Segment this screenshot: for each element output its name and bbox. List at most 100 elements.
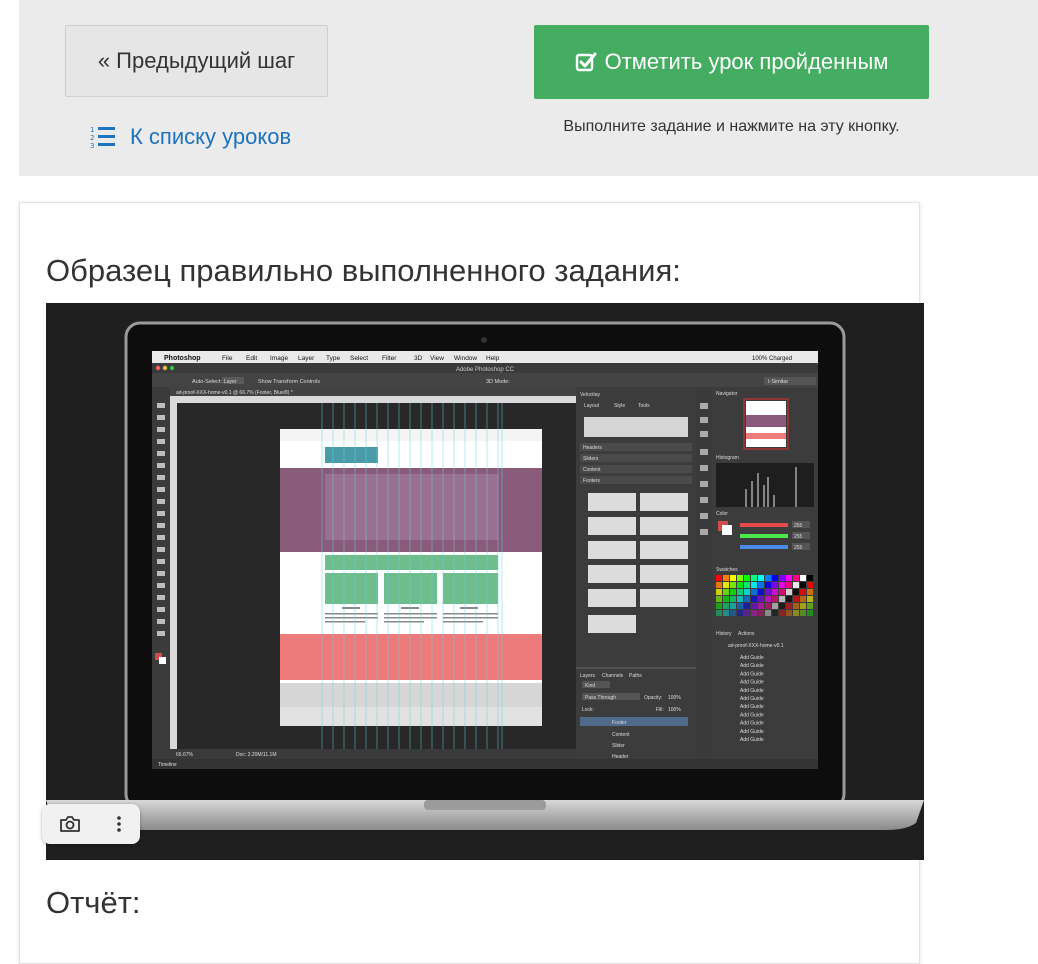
layer-content: Content bbox=[612, 732, 630, 738]
svg-text:Pass Through: Pass Through bbox=[585, 695, 616, 701]
swatch bbox=[779, 575, 785, 581]
navigator-panel-title: Navigator bbox=[716, 391, 738, 397]
svg-text:Content: Content bbox=[583, 467, 601, 473]
swatch bbox=[765, 603, 771, 609]
swatch bbox=[730, 589, 736, 595]
ps-app-name: Photoshop bbox=[164, 355, 201, 362]
swatch bbox=[772, 603, 778, 609]
swatch bbox=[730, 610, 736, 616]
swatch bbox=[765, 582, 771, 588]
swatch bbox=[779, 603, 785, 609]
swatch bbox=[716, 596, 722, 602]
swatch bbox=[758, 610, 764, 616]
swatch bbox=[793, 582, 799, 588]
swatch bbox=[765, 575, 771, 581]
svg-text:2: 2 bbox=[90, 134, 94, 142]
previous-step-button[interactable]: « Предыдущий шаг bbox=[65, 25, 328, 97]
svg-text:Layout: Layout bbox=[584, 403, 600, 409]
auto-select-label: Auto-Select: bbox=[192, 379, 222, 385]
swatch bbox=[807, 582, 813, 588]
swatch bbox=[793, 610, 799, 616]
ps-menu-item: Filter bbox=[382, 355, 397, 362]
swatch bbox=[716, 582, 722, 588]
document-tab: ad-proof-XXX-home-v0.1 @ 66.7% (Footer, … bbox=[176, 390, 293, 396]
swatch bbox=[737, 596, 743, 602]
swatch bbox=[772, 610, 778, 616]
swatch bbox=[723, 596, 729, 602]
3d-mode-label: 3D Mode: bbox=[486, 379, 510, 385]
ps-menu-item: Layer bbox=[298, 355, 315, 362]
swatch bbox=[744, 589, 750, 595]
swatch bbox=[758, 582, 764, 588]
swatch bbox=[744, 603, 750, 609]
swatch bbox=[758, 575, 764, 581]
swatch bbox=[751, 589, 757, 595]
swatch bbox=[779, 582, 785, 588]
swatch bbox=[723, 575, 729, 581]
history-item: Add Guide bbox=[740, 696, 764, 702]
swatch bbox=[737, 575, 743, 581]
swatch bbox=[807, 610, 813, 616]
mark-lesson-complete-button[interactable]: Отметить урок пройденным bbox=[534, 25, 929, 99]
swatch bbox=[730, 575, 736, 581]
svg-text:History: History bbox=[716, 631, 732, 637]
more-options-icon[interactable] bbox=[114, 814, 124, 834]
swatch bbox=[779, 610, 785, 616]
swatch bbox=[800, 582, 806, 588]
workspace-select: I-Similar bbox=[768, 379, 788, 385]
swatches-panel-title: Swatches bbox=[716, 567, 738, 573]
numbered-list-icon: 1 2 3 bbox=[90, 126, 115, 150]
swatch bbox=[744, 596, 750, 602]
laptop-photoshop-illustration: Photoshop File Edit Image Layer Type Select Fi… bbox=[46, 321, 924, 830]
mark-complete-label: Отметить урок пройденным bbox=[604, 49, 889, 74]
swatch bbox=[800, 603, 806, 609]
history-item: Add Guide bbox=[740, 729, 764, 735]
swatch bbox=[737, 610, 743, 616]
ps-menu-item: Image bbox=[270, 355, 288, 362]
swatch bbox=[807, 589, 813, 595]
swatch bbox=[786, 603, 792, 609]
ps-menu-item: View bbox=[430, 355, 444, 362]
swatch bbox=[772, 596, 778, 602]
svg-text:Paths: Paths bbox=[629, 673, 642, 679]
swatch bbox=[765, 589, 771, 595]
history-item: Add Guide bbox=[740, 712, 764, 718]
swatch bbox=[772, 582, 778, 588]
image-toolbar bbox=[42, 804, 140, 844]
history-item: Add Guide bbox=[740, 655, 764, 661]
ps-menu-item: Window bbox=[454, 355, 477, 362]
camera-icon[interactable] bbox=[59, 814, 81, 834]
swatch bbox=[751, 575, 757, 581]
swatch bbox=[716, 603, 722, 609]
history-item: Add Guide bbox=[740, 688, 764, 694]
ps-window-title: Adobe Photoshop CC bbox=[456, 367, 515, 373]
svg-text:Headers: Headers bbox=[583, 445, 602, 451]
history-item: Add Guide bbox=[740, 671, 764, 677]
swatch bbox=[744, 610, 750, 616]
swatch bbox=[716, 589, 722, 595]
swatch bbox=[758, 603, 764, 609]
svg-text:255: 255 bbox=[794, 523, 803, 529]
ps-menu-item: 3D bbox=[414, 355, 423, 362]
swatch bbox=[772, 575, 778, 581]
swatch bbox=[786, 582, 792, 588]
swatch bbox=[730, 582, 736, 588]
swatch bbox=[800, 575, 806, 581]
lessons-link-label[interactable]: К списку уроков bbox=[130, 124, 291, 150]
swatch bbox=[786, 596, 792, 602]
swatch bbox=[793, 589, 799, 595]
swatch bbox=[758, 589, 764, 595]
swatch bbox=[800, 596, 806, 602]
lessons-list-link[interactable]: 1 2 3 К списку уроков bbox=[90, 122, 291, 152]
history-item: Add Guide bbox=[740, 663, 764, 669]
auto-select-value: Layer bbox=[224, 379, 237, 385]
swatch bbox=[807, 575, 813, 581]
ps-menu-item: Select bbox=[350, 355, 368, 362]
svg-text:Actions: Actions bbox=[738, 631, 755, 637]
velocity-tab: Velocitay bbox=[580, 392, 601, 398]
swatch bbox=[737, 603, 743, 609]
swatch bbox=[751, 582, 757, 588]
swatch bbox=[723, 582, 729, 588]
swatch bbox=[744, 575, 750, 581]
swatch bbox=[730, 596, 736, 602]
